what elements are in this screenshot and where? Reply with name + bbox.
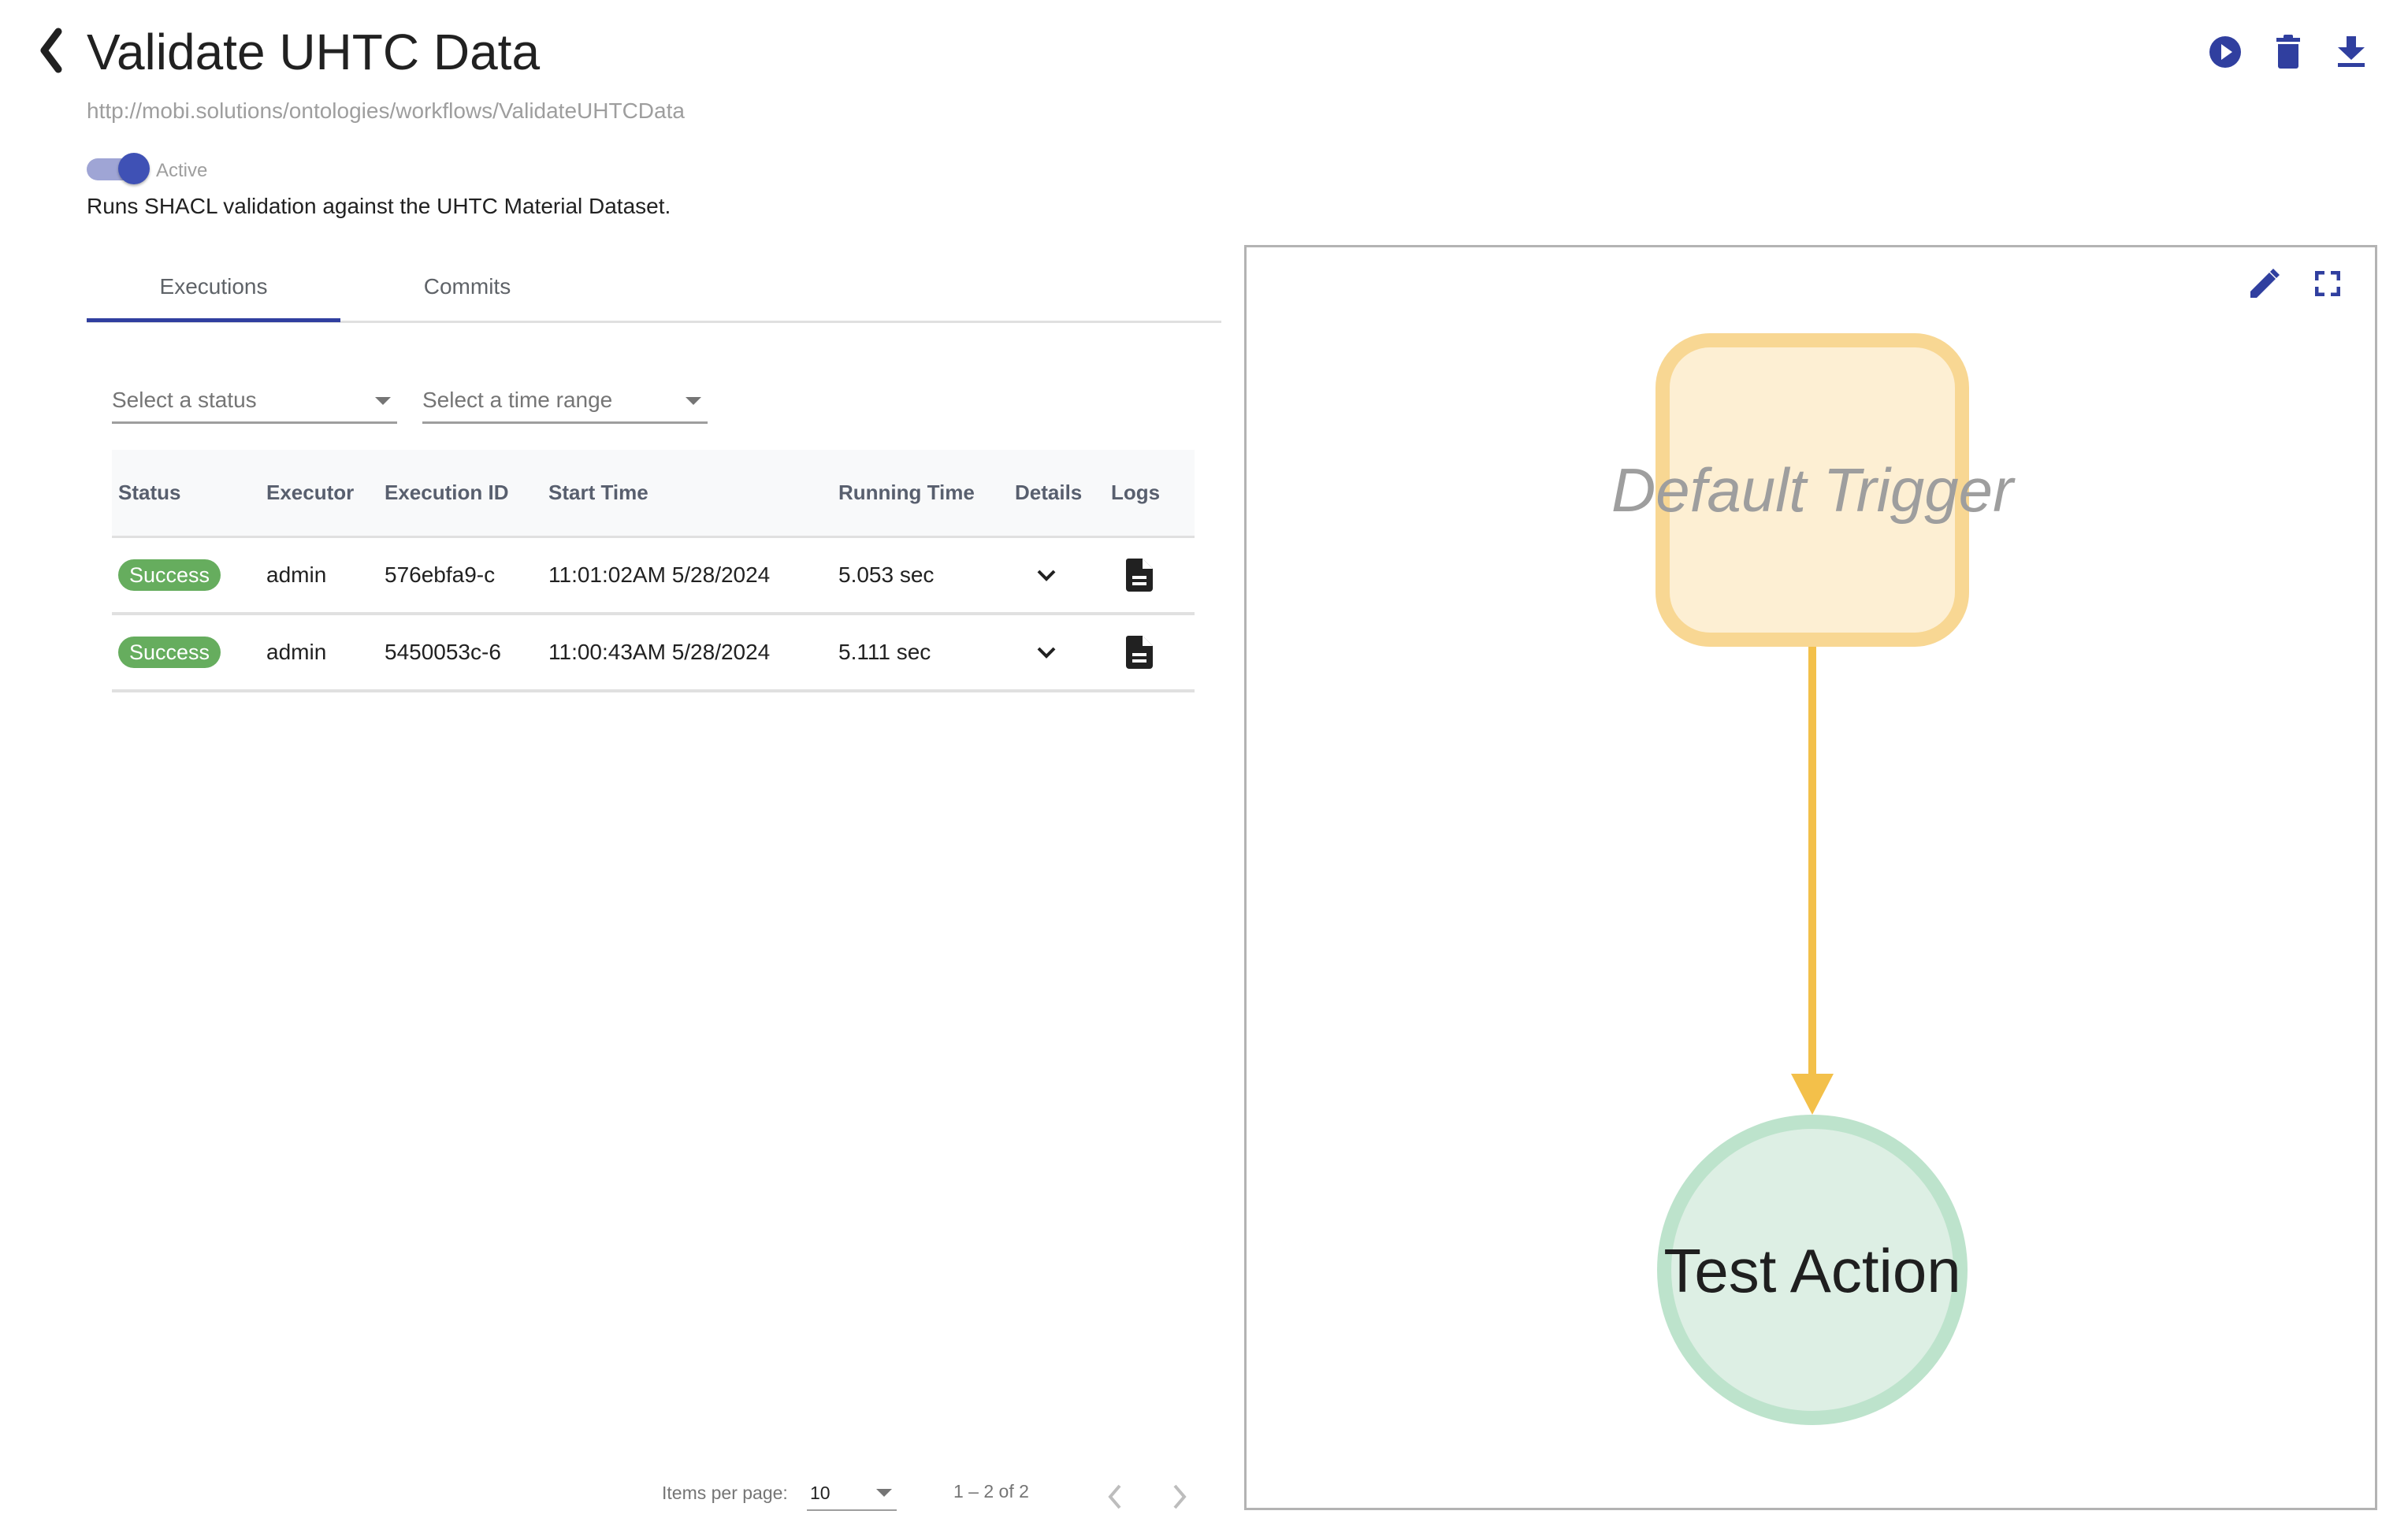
chevron-right-icon	[1173, 1484, 1187, 1509]
column-header-executor[interactable]: Executor	[266, 450, 354, 536]
status-filter-placeholder: Select a status	[112, 388, 257, 412]
items-per-page-select[interactable]: 10	[807, 1476, 897, 1511]
trash-icon	[2276, 35, 2300, 69]
table-row: Success admin 5450053c-6 11:00:43AM 5/28…	[112, 615, 1195, 692]
start-time-cell: 11:01:02AM 5/28/2024	[548, 562, 771, 587]
dropdown-arrow-icon	[686, 397, 701, 405]
executions-table: Status Executor Execution ID Start Time …	[112, 450, 1195, 692]
execution-id-cell: 5450053c-6	[385, 640, 501, 664]
workflow-graph-panel: Default Trigger Test Action	[1244, 245, 2377, 1510]
column-header-status[interactable]: Status	[118, 450, 180, 536]
view-logs-button[interactable]	[1120, 538, 1158, 612]
items-per-page-label: Items per page:	[662, 1483, 788, 1503]
status-filter-select[interactable]: Select a status	[112, 381, 397, 424]
previous-page-button[interactable]	[1095, 1475, 1135, 1519]
workflow-iri: http://mobi.solutions/ontologies/workflo…	[87, 98, 685, 123]
pencil-icon	[2250, 269, 2280, 298]
executor-cell: admin	[266, 640, 327, 664]
status-badge: Success	[118, 637, 221, 668]
page-title: Validate UHTC Data	[87, 24, 541, 80]
graph-edge-arrowhead	[1791, 1074, 1834, 1115]
dropdown-arrow-icon	[876, 1489, 892, 1497]
page-range-label: 1 – 2 of 2	[953, 1481, 1029, 1501]
download-workflow-button[interactable]	[2331, 32, 2372, 72]
executor-cell: admin	[266, 562, 327, 587]
running-time-cell: 5.053 sec	[838, 562, 935, 587]
time-range-filter-select[interactable]: Select a time range	[422, 381, 708, 424]
fullscreen-button[interactable]	[2306, 262, 2350, 306]
chevron-down-icon	[1037, 647, 1056, 659]
document-icon	[1126, 636, 1153, 669]
run-workflow-button[interactable]	[2205, 32, 2246, 72]
tab-commits[interactable]: Commits	[340, 252, 594, 321]
chevron-down-icon	[1037, 570, 1056, 581]
dropdown-arrow-icon	[375, 397, 391, 405]
start-time-cell: 11:00:43AM 5/28/2024	[548, 640, 771, 664]
expand-details-button[interactable]	[1027, 538, 1065, 612]
graph-node-label: Default Trigger	[1611, 455, 2016, 525]
active-label: Active	[156, 160, 208, 181]
column-header-running-time[interactable]: Running Time	[838, 450, 975, 536]
graph-node-label: Test Action	[1663, 1236, 1960, 1305]
execution-id-cell: 576ebfa9-c	[385, 562, 496, 587]
active-toggle[interactable]	[85, 153, 150, 187]
back-button[interactable]	[35, 27, 66, 74]
active-tab-indicator	[87, 318, 340, 322]
items-per-page-value: 10	[810, 1483, 831, 1503]
next-page-button[interactable]	[1160, 1475, 1199, 1519]
running-time-cell: 5.111 sec	[838, 640, 931, 664]
workflow-graph-canvas[interactable]: Default Trigger Test Action	[1247, 247, 2375, 1508]
table-row: Success admin 576ebfa9-c 11:01:02AM 5/28…	[112, 538, 1195, 615]
toggle-thumb	[118, 153, 150, 184]
chevron-left-icon	[40, 28, 62, 73]
status-badge: Success	[118, 559, 221, 591]
play-circle-icon	[2209, 36, 2241, 68]
workflow-description: Runs SHACL validation against the UHTC M…	[87, 194, 671, 218]
tab-executions[interactable]: Executions	[87, 252, 340, 321]
tab-bar: Executions Commits	[87, 252, 1221, 323]
document-icon	[1126, 559, 1153, 592]
chevron-left-icon	[1108, 1484, 1121, 1509]
column-header-logs: Logs	[1111, 481, 1161, 504]
expand-details-button[interactable]	[1027, 615, 1065, 689]
download-icon	[2338, 36, 2365, 67]
time-range-filter-placeholder: Select a time range	[422, 388, 613, 412]
edit-workflow-button[interactable]	[2243, 262, 2287, 306]
table-header: Status Executor Execution ID Start Time …	[112, 450, 1195, 538]
column-header-start-time[interactable]: Start Time	[548, 450, 648, 536]
column-header-execution-id[interactable]: Execution ID	[385, 450, 508, 536]
column-header-details: Details	[1015, 481, 1083, 504]
view-logs-button[interactable]	[1120, 615, 1158, 689]
delete-workflow-button[interactable]	[2268, 32, 2309, 72]
fullscreen-icon	[2315, 271, 2340, 296]
